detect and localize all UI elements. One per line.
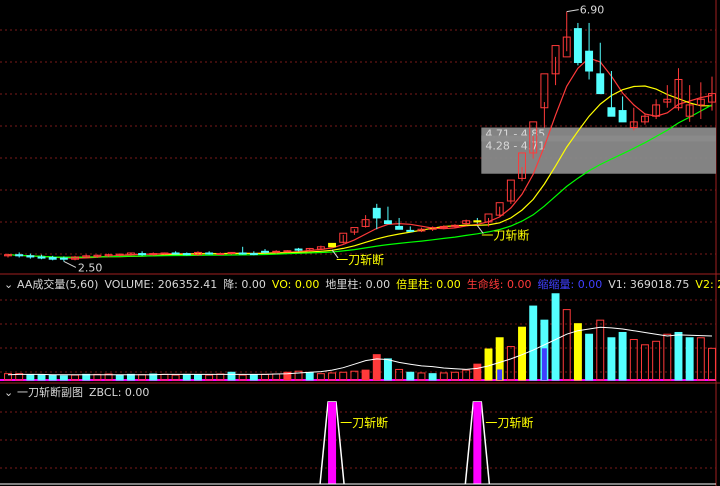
volume-bar[interactable] [182, 373, 191, 381]
volume-stat: 生命线: 0.00 [467, 277, 532, 291]
volume-bar[interactable] [48, 374, 57, 381]
signal-bar[interactable] [328, 402, 337, 484]
candle-body[interactable] [372, 207, 381, 219]
volume-bar[interactable] [674, 331, 683, 381]
volume-stat: 缩缩量: 0.00 [538, 278, 603, 291]
volume-bar[interactable] [551, 293, 560, 381]
candle-body[interactable] [328, 242, 337, 248]
volume-bar[interactable] [406, 371, 415, 381]
candle-body[interactable] [573, 28, 582, 64]
volume-stat: VOLUME: 206352.41 [104, 278, 217, 291]
volume-bar[interactable] [685, 337, 694, 381]
volume-bar[interactable] [361, 369, 370, 381]
signal-bar-label: 一刀斩断 [485, 415, 533, 430]
candle-body[interactable] [205, 252, 214, 255]
candle-body[interactable] [383, 220, 392, 225]
candle-body[interactable] [618, 110, 627, 123]
volume-bar[interactable] [82, 373, 91, 381]
signal-title: 一刀斩断副图 [17, 385, 83, 399]
stock-chart-window: 4.71 - 4.854.28 - 4.712.506.90一刀斩断一刀斩断 ⌄… [0, 0, 720, 486]
volume-stat: 地里柱: 0.00 [325, 277, 390, 291]
candle-body[interactable] [585, 50, 594, 72]
candle-body[interactable] [26, 255, 35, 258]
volume-bar[interactable] [227, 371, 236, 381]
candle-body[interactable] [261, 250, 269, 253]
volume-bar[interactable] [428, 373, 437, 381]
volume-title: AA成交量(5,60) [17, 277, 98, 291]
volume-stat: V1: 369018.75 [608, 278, 689, 291]
candle-body[interactable] [216, 253, 225, 256]
volume-bar[interactable] [305, 372, 314, 381]
volume-secondary-bar [497, 369, 503, 380]
volume-stat: 倍里柱: 0.00 [396, 277, 461, 291]
volume-bar[interactable] [383, 358, 392, 381]
volume-bar[interactable] [484, 348, 493, 381]
signal-bar-label: 一刀斩断 [340, 415, 388, 430]
candle-body[interactable] [138, 253, 147, 256]
candle-body[interactable] [395, 225, 404, 230]
collapse-icon: ⌄ [4, 278, 13, 291]
volume-bar[interactable] [585, 333, 594, 381]
candle-body[interactable] [182, 253, 191, 256]
volume-stat: 降: 0.00 [223, 277, 266, 291]
candle-body[interactable] [15, 254, 24, 257]
candle-body[interactable] [171, 252, 180, 255]
candle-body[interactable] [294, 248, 303, 251]
candle-body[interactable] [283, 250, 292, 253]
volume-bar[interactable] [607, 337, 616, 381]
volume-bar[interactable] [573, 323, 582, 381]
volume-secondary-bar [541, 348, 547, 380]
high-price-label: 6.90 [580, 4, 605, 17]
volume-bar[interactable] [126, 373, 135, 381]
candle-body[interactable] [272, 250, 281, 253]
volume-bar[interactable] [529, 305, 538, 381]
volume-bar[interactable] [194, 374, 202, 381]
candle-body[interactable] [607, 107, 616, 117]
candle-body[interactable] [406, 229, 415, 232]
volume-bar[interactable] [618, 331, 627, 381]
volume-bar[interactable] [473, 363, 482, 381]
candle-body[interactable] [59, 257, 68, 260]
volume-bar[interactable] [37, 374, 46, 381]
volume-bar[interactable] [26, 374, 35, 381]
candle-body[interactable] [37, 256, 46, 259]
candle-body[interactable] [249, 253, 258, 256]
low-price-label: 2.50 [78, 261, 103, 274]
volume-bar[interactable] [59, 375, 68, 381]
candle-body[interactable] [238, 252, 247, 255]
signal-label: 一刀斩断 [336, 252, 384, 267]
candle-body[interactable] [596, 73, 605, 95]
volume-stat: VO: 0.00 [272, 278, 320, 291]
candle-body[interactable] [473, 220, 482, 223]
volume-bar[interactable] [115, 374, 124, 381]
collapse-icon: ⌄ [4, 386, 13, 399]
signal-stat: ZBCL: 0.00 [89, 386, 149, 399]
candle-body[interactable] [160, 252, 169, 255]
candle-body[interactable] [48, 257, 57, 260]
chart-background [0, 0, 720, 486]
volume-stat: V2: 2 [695, 278, 720, 291]
signal-bar[interactable] [473, 402, 482, 484]
volume-bar[interactable] [249, 374, 258, 381]
signal-label: 一刀斩断 [481, 228, 529, 243]
